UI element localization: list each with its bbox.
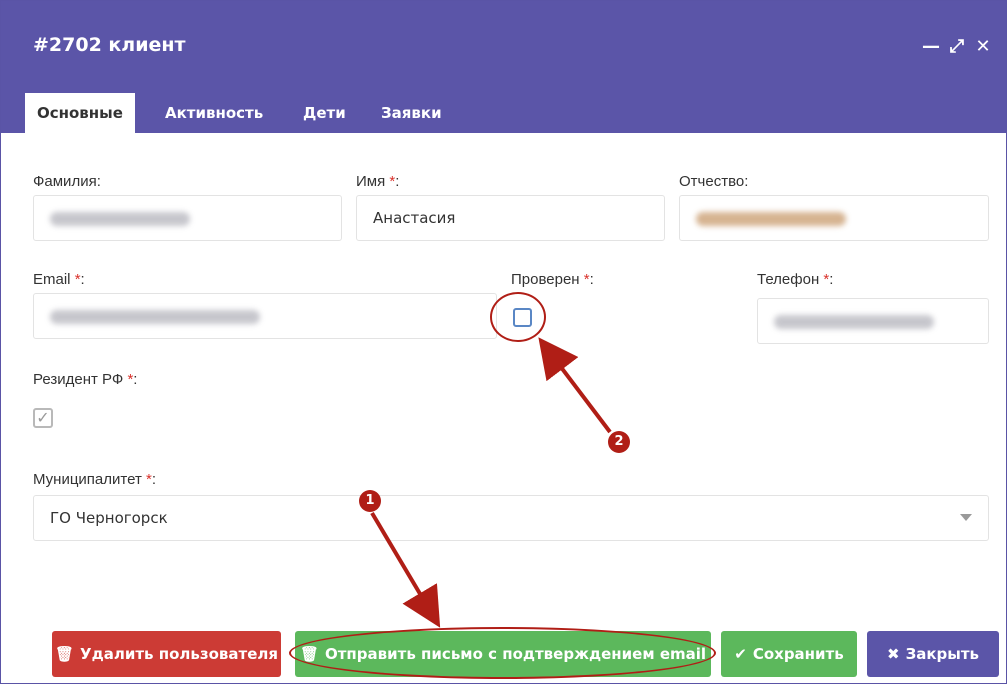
label-colon: :: [151, 471, 156, 488]
redacted-text: [696, 211, 846, 226]
dropdown-arrow-icon: [960, 514, 972, 521]
patronymic-field[interactable]: [679, 195, 989, 241]
municipality-select[interactable]: ГО Черногорск: [33, 495, 989, 541]
annotation-badge-2: 2: [608, 431, 630, 453]
firstname-label: Имя *:: [356, 173, 399, 190]
lastname-field[interactable]: [33, 195, 342, 241]
phone-field[interactable]: [757, 298, 989, 344]
dialog-titlebar: #2702 клиент — ⤢ ✕: [1, 1, 1006, 81]
dialog-title: #2702 клиент: [33, 34, 186, 56]
email-label: Email *:: [33, 271, 85, 288]
delete-user-label: Удалить пользователя: [80, 645, 278, 663]
close-label: Закрыть: [905, 645, 980, 663]
tab-applications[interactable]: Заявки: [369, 93, 454, 133]
phone-label: Телефон *:: [757, 271, 833, 288]
label-colon: :: [589, 271, 594, 288]
patronymic-label: Отчество:: [679, 173, 749, 190]
annotation-badge-1: 1: [359, 490, 381, 512]
email-label-text: Email: [33, 271, 71, 288]
municipality-value: ГО Черногорск: [50, 509, 168, 527]
save-label: Сохранить: [752, 645, 844, 663]
checkmark-icon: ✔: [734, 645, 747, 663]
firstname-label-text: Имя: [356, 173, 386, 190]
window-controls: — ⤢ ✕: [922, 36, 992, 57]
minimize-icon[interactable]: —: [922, 36, 940, 57]
redacted-text: [50, 309, 260, 324]
label-colon: :: [829, 271, 834, 288]
resident-checkbox[interactable]: ✓: [33, 408, 53, 428]
delete-user-button[interactable]: 🗑 Удалить пользователя: [52, 631, 281, 677]
email-field[interactable]: [33, 293, 497, 339]
maximize-icon[interactable]: ⤢: [948, 36, 966, 57]
annotation-circle-verified: [490, 292, 546, 342]
municipality-label-text: Муниципалитет: [33, 471, 142, 488]
trash-icon: 🗑: [54, 645, 75, 663]
firstname-field[interactable]: Анастасия: [356, 195, 665, 241]
close-icon: ✖: [886, 645, 900, 663]
tab-main[interactable]: Основные: [25, 93, 135, 133]
resident-label: Резидент РФ *:: [33, 371, 137, 388]
save-button[interactable]: ✔ Сохранить: [721, 631, 857, 677]
tab-children[interactable]: Дети: [291, 93, 358, 133]
client-dialog: #2702 клиент — ⤢ ✕ Основные Активность Д…: [0, 0, 1007, 684]
resident-label-text: Резидент РФ: [33, 371, 124, 388]
close-button[interactable]: ✖ Закрыть: [867, 631, 999, 677]
tab-activity[interactable]: Активность: [153, 93, 275, 133]
verified-label: Проверен *:: [511, 271, 594, 288]
label-colon: :: [80, 271, 85, 288]
firstname-value: Анастасия: [373, 209, 456, 227]
phone-label-text: Телефон: [757, 271, 820, 288]
verified-label-text: Проверен: [511, 271, 580, 288]
redacted-text: [774, 314, 934, 329]
annotation-ellipse-send-email: [289, 627, 716, 679]
redacted-text: [50, 211, 190, 226]
municipality-label: Муниципалитет *:: [33, 471, 156, 488]
label-colon: :: [133, 371, 138, 388]
label-colon: :: [395, 173, 400, 190]
tab-bar: Основные Активность Дети Заявки: [1, 81, 1006, 133]
close-icon[interactable]: ✕: [974, 36, 992, 57]
lastname-label: Фамилия:: [33, 173, 101, 190]
